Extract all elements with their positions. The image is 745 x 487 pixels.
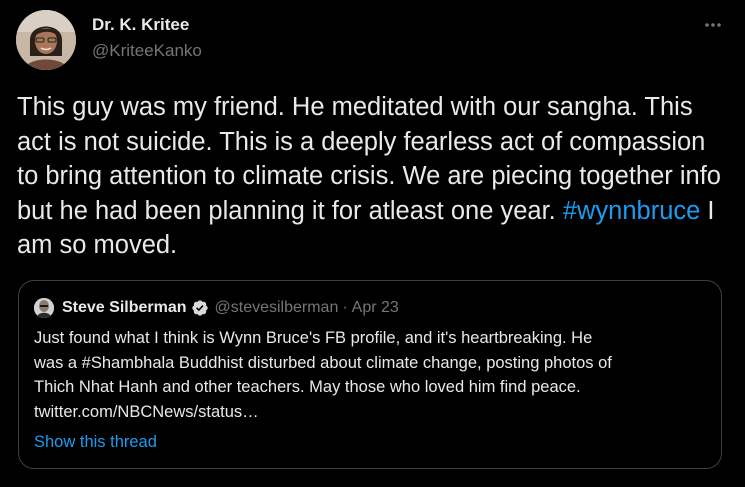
quoted-tweet-line: Just found what I think is Wynn Bruce's … [34,329,593,347]
quoted-tweet-card[interactable]: Steve Silberman @stevesilberman · Apr 23… [18,280,722,469]
profile-photo-icon [16,10,76,70]
quoted-tweet-text: Just found what I think is Wynn Bruce's … [34,326,714,424]
author-name[interactable]: Dr. K. Kritee [92,15,189,35]
quoted-tweet-link[interactable]: twitter.com/NBCNews/status… [34,400,714,425]
author-handle[interactable]: @KriteeKanko [92,41,202,61]
quoted-tweet-line: Thich Nhat Hanh and other teachers. May … [34,378,581,396]
quoted-author-handle[interactable]: @stevesilberman [215,299,339,317]
tweet-text: This guy was my friend. He meditated wit… [17,90,732,263]
quoted-tweet-date[interactable]: Apr 23 [352,299,399,317]
quoted-author-name[interactable]: Steve Silberman [62,299,187,317]
quoted-author-avatar[interactable] [34,298,54,318]
quoted-tweet-line: was a #Shambhala Buddhist disturbed abou… [34,353,612,372]
more-horizontal-icon [705,23,721,27]
verified-badge-icon [191,299,209,317]
profile-photo-icon [34,298,54,318]
author-avatar[interactable] [16,10,76,70]
more-options-button[interactable] [701,13,725,37]
show-thread-link[interactable]: Show this thread [34,433,157,452]
hashtag-link[interactable]: #wynnbruce [563,197,701,225]
quoted-tweet-header: Steve Silberman @stevesilberman · Apr 23 [62,299,399,317]
separator-dot: · [342,299,348,316]
